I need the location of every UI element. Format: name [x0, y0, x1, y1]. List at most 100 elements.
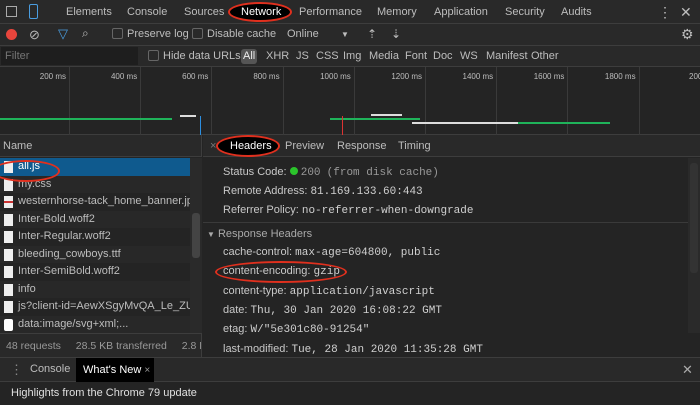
load-event-line	[342, 116, 343, 135]
tab-preview[interactable]: Preview	[285, 140, 324, 152]
response-headers-section[interactable]: ▼ Response Headers	[207, 228, 312, 240]
timeline-gridline	[353, 67, 355, 135]
request-row[interactable]: bleeding_cowboys.ttf	[0, 245, 190, 263]
drawer-tab-bar: ⋮ Console What's New × ✕	[0, 357, 700, 382]
filter-type-manifest[interactable]: Manifest	[486, 46, 528, 67]
import-har-icon[interactable]: ⇡	[367, 27, 377, 41]
close-tab-icon[interactable]: ×	[144, 365, 150, 376]
filter-input[interactable]	[1, 47, 138, 65]
referrer-policy-row: Referrer Policy: no-referrer-when-downgr…	[223, 204, 474, 217]
summary-bar: 48 requests 28.5 KB transferred 2.8 M	[0, 333, 202, 357]
waterfall-bar	[518, 122, 610, 124]
tab-elements[interactable]: Elements	[66, 0, 112, 24]
filter-bar: Hide data URLs All XHR JS CSSImg Media Font Do…	[0, 46, 700, 67]
transferred-size: 28.5 KB transferred	[75, 340, 167, 352]
preserve-log-checkbox[interactable]: Preserve log	[112, 28, 189, 40]
request-list-scrollbar[interactable]	[190, 158, 202, 333]
request-name: js?client-id=AewXSgyMvQA_Le_ZUZ...	[18, 300, 190, 312]
filter-icon[interactable]: ▽	[58, 26, 68, 42]
tab-console[interactable]: Console	[127, 0, 167, 24]
filter-type-font[interactable]: Font	[405, 46, 427, 67]
device-toolbar-icon[interactable]	[29, 4, 38, 19]
drawer-menu-icon[interactable]: ⋮	[10, 362, 23, 378]
request-row[interactable]: js?client-id=AewXSgyMvQA_Le_ZUZ...	[0, 298, 190, 316]
timeline-tick-label: 1600 ms	[533, 72, 565, 81]
close-icon[interactable]: ✕	[680, 0, 692, 24]
request-count: 48 requests	[6, 340, 61, 352]
filter-type-other[interactable]: Other	[531, 46, 559, 67]
response-header-row: cache-control: max-age=604800, public	[223, 246, 441, 259]
tab-performance[interactable]: Performance	[299, 0, 362, 24]
file-icon	[4, 231, 13, 243]
request-row[interactable]: Inter-Bold.woff2	[0, 210, 190, 228]
whats-new-content: Highlights from the Chrome 79 update	[11, 387, 197, 399]
waterfall-bar	[0, 118, 172, 120]
response-header-row: date: Thu, 30 Jan 2020 16:08:22 GMT	[223, 303, 442, 317]
drawer-tab-console[interactable]: Console	[30, 363, 70, 375]
filter-type-media[interactable]: Media	[369, 46, 399, 67]
content-encoding-highlight-ring	[215, 261, 347, 283]
drawer-tab-whats-new[interactable]: What's New ×	[76, 358, 154, 382]
request-row[interactable]: info	[0, 280, 190, 298]
filter-type-ws[interactable]: WS	[460, 46, 478, 67]
request-name: info	[18, 282, 36, 295]
tab-headers[interactable]: Headers	[230, 140, 272, 152]
filter-type-js[interactable]: JS	[296, 46, 309, 67]
close-drawer-icon[interactable]: ✕	[682, 362, 693, 378]
tab-response[interactable]: Response	[337, 140, 387, 152]
tab-sources[interactable]: Sources	[184, 0, 224, 24]
tab-application[interactable]: Application	[434, 0, 488, 24]
hide-data-urls-checkbox[interactable]: Hide data URLs	[148, 46, 241, 67]
throttle-select[interactable]: Online ▼	[287, 28, 349, 40]
gear-icon[interactable]: ⚙	[681, 26, 694, 43]
timeline-tick-label: 1400 ms	[462, 72, 494, 81]
timeline-gridline	[211, 67, 213, 135]
request-row[interactable]: Inter-SemiBold.woff2	[0, 263, 190, 281]
search-icon[interactable]: ⌕	[82, 26, 89, 41]
response-header-row: last-modified: Tue, 28 Jan 2020 11:35:28…	[223, 342, 483, 356]
tab-timing[interactable]: Timing	[398, 140, 431, 152]
disable-cache-checkbox[interactable]: Disable cache	[192, 28, 276, 40]
tab-memory[interactable]: Memory	[377, 0, 417, 24]
record-icon[interactable]	[6, 29, 17, 40]
detail-tab-bar: × Headers Preview Response Timing	[203, 135, 700, 157]
filter-type-doc[interactable]: Doc	[433, 46, 453, 67]
response-header-row: content-type: application/javascript	[223, 284, 435, 298]
request-row[interactable]: data:image/svg+xml;...	[0, 315, 190, 333]
tab-security[interactable]: Security	[505, 0, 545, 24]
export-har-icon[interactable]: ⇣	[391, 27, 401, 41]
remote-address-row: Remote Address: 81.169.133.60:443	[223, 185, 423, 198]
tab-network[interactable]: Network	[241, 0, 281, 24]
request-name: Inter-Bold.woff2	[18, 212, 95, 225]
timeline-tick-label: 200 ms	[39, 72, 66, 81]
more-menu-icon[interactable]: ⋮	[658, 0, 672, 24]
filter-type-xhr[interactable]: XHR	[266, 46, 289, 67]
preserve-log-label: Preserve log	[127, 28, 189, 40]
file-icon	[4, 283, 13, 296]
clear-icon[interactable]: ⊘	[29, 27, 40, 43]
request-row[interactable]: Inter-Regular.woff2	[0, 228, 190, 246]
inspect-element-icon[interactable]	[6, 6, 17, 17]
tab-audits[interactable]: Audits	[561, 0, 592, 24]
response-header-row: etag: W/"5e301c80-91254"	[223, 323, 370, 337]
dom-content-loaded-line	[200, 116, 201, 135]
timeline-tick-label: 1200 ms	[391, 72, 422, 81]
timeline-tick-label: 2000	[689, 72, 700, 81]
detail-scrollbar[interactable]	[688, 158, 700, 333]
filter-type-all[interactable]: All	[241, 49, 258, 64]
request-name: Inter-SemiBold.woff2	[18, 265, 120, 277]
filter-type-img[interactable]: Img	[343, 46, 361, 67]
file-icon	[4, 266, 13, 278]
waterfall-bar	[412, 122, 518, 124]
throttle-value: Online	[287, 28, 319, 40]
filter-type-css[interactable]: CSS	[316, 46, 339, 67]
request-row[interactable]: westernhorse-tack_home_banner.jpg	[0, 193, 190, 211]
file-icon	[4, 301, 13, 313]
timeline-gridline	[638, 67, 640, 135]
name-column-header[interactable]: Name	[0, 135, 202, 157]
status-code-row: Status Code: 200 (from disk cache)	[223, 166, 439, 179]
timeline-tick-label: 1800 ms	[604, 72, 636, 81]
section-title: Response Headers	[217, 228, 313, 240]
drawer-tab-label: What's New	[83, 364, 142, 376]
timeline-gridline	[567, 67, 569, 135]
